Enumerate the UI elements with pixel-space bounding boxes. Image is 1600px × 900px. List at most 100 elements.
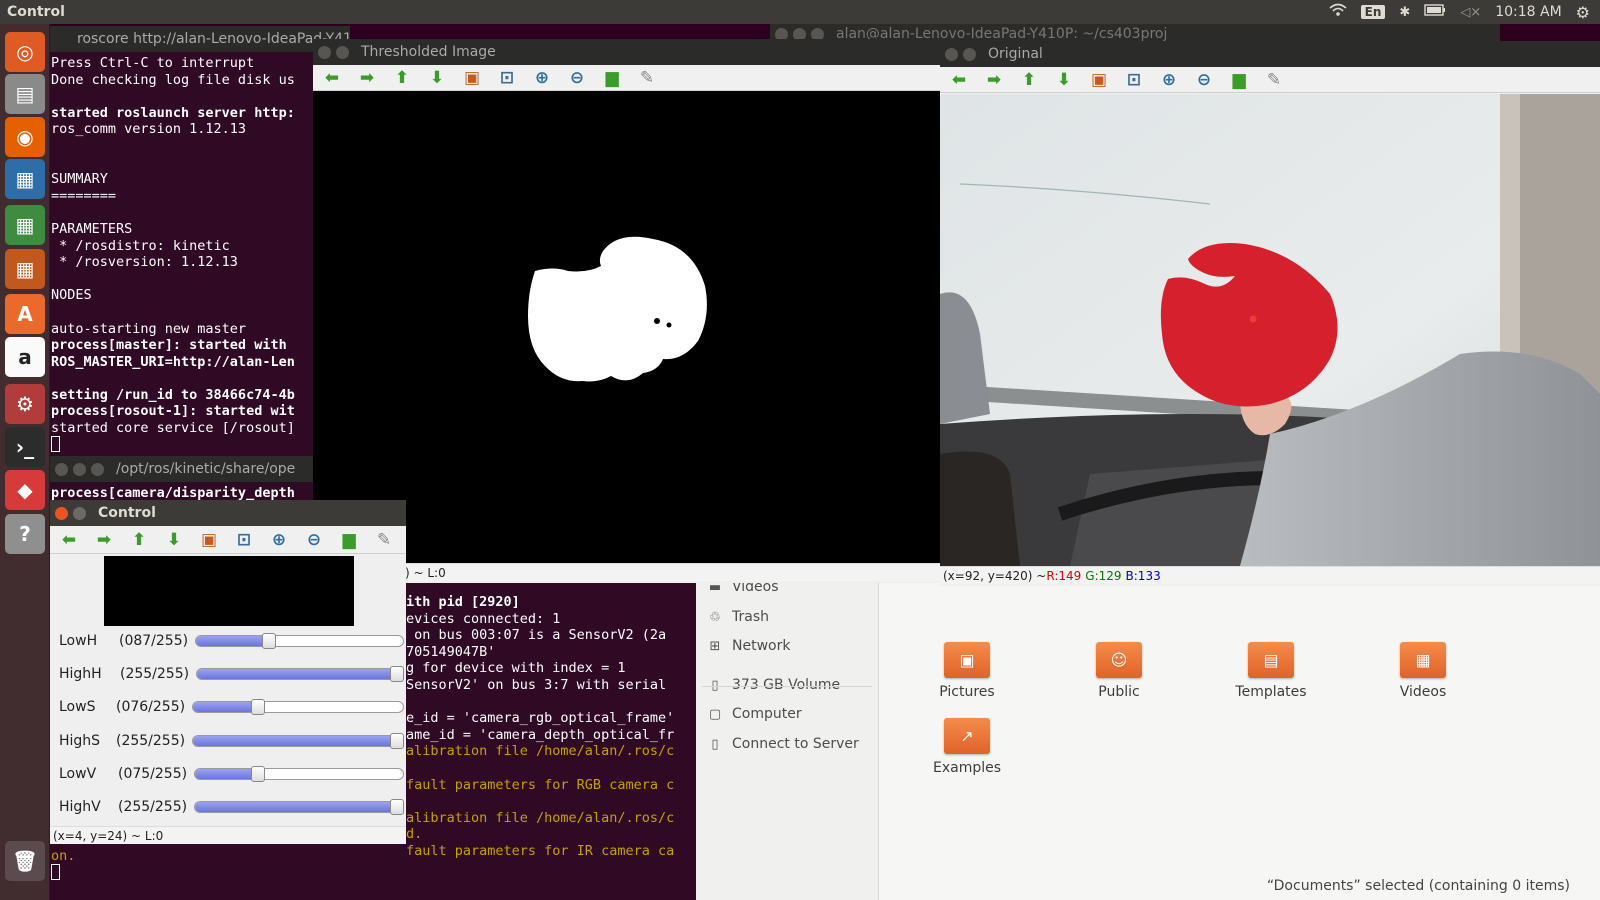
impress-icon[interactable]: ▦ — [5, 249, 45, 289]
pan-right-icon[interactable]: ➡ — [981, 69, 1007, 91]
sidebar-item-connect-to-server[interactable]: ▯ Connect to Server — [708, 732, 858, 756]
ubuntu-dash-icon[interactable]: ◎ — [5, 32, 45, 72]
zoom-in-icon[interactable]: ⊕ — [529, 67, 555, 89]
trackbar-slider[interactable] — [192, 733, 404, 749]
minimize-button[interactable] — [336, 45, 349, 59]
writer-icon[interactable]: ▦ — [5, 159, 45, 199]
zoom-fit-icon[interactable]: ⊡ — [1121, 69, 1147, 91]
pan-up-icon[interactable]: ⬆ — [126, 529, 152, 551]
folder-public[interactable]: ☺ Public — [1069, 642, 1169, 700]
sidebar-item-network[interactable]: ⊞ Network — [708, 634, 791, 658]
original-image-window[interactable]: Original ⬅ ➡ ⬆ ⬇ ▣ ⊡ ⊕ ⊖ ▆ ✎ (x=92, y=42… — [940, 41, 1600, 586]
wifi-icon[interactable] — [1329, 3, 1347, 21]
window-titlebar[interactable]: Original — [940, 41, 1600, 67]
calc-icon[interactable]: ▦ — [5, 205, 45, 245]
session-gear-icon[interactable]: ⚙ — [1576, 3, 1590, 22]
trackbar-slider[interactable] — [195, 633, 404, 649]
trackbar-slider[interactable] — [194, 766, 404, 782]
system-settings-icon[interactable]: ⚙ — [5, 384, 45, 424]
battery-icon[interactable] — [1424, 4, 1446, 20]
close-button[interactable] — [318, 45, 331, 59]
trackbar-handle[interactable] — [390, 799, 404, 815]
trackbar-slider[interactable] — [196, 666, 404, 682]
control-window[interactable]: Control ⬅ ➡ ⬆ ⬇ ▣ ⊡ ⊕ ⊖ ▆ ✎ LowH (087/255… — [50, 500, 406, 844]
zoom-out-icon[interactable]: ⊖ — [1191, 69, 1217, 91]
zoom-original-icon[interactable]: ▣ — [1086, 69, 1112, 91]
pan-down-icon[interactable]: ⬇ — [1051, 69, 1077, 91]
trackbar-slider[interactable] — [192, 699, 404, 715]
zoom-out-icon[interactable]: ⊖ — [301, 529, 327, 551]
pan-right-icon[interactable]: ➡ — [354, 67, 380, 89]
folder-label: Videos — [1399, 684, 1447, 700]
trackbar-handle[interactable] — [390, 666, 404, 682]
firefox-icon[interactable]: ◉ — [5, 117, 45, 157]
trackbar-fill — [195, 802, 401, 812]
terminal-titlebar[interactable]: roscore http://alan-Lenovo-IdeaPad-Y410P… — [50, 26, 350, 52]
trackbar-handle[interactable] — [251, 699, 265, 715]
pan-up-icon[interactable]: ⬆ — [1016, 69, 1042, 91]
volume-muted-icon[interactable]: ◁× — [1460, 5, 1481, 20]
minimize-button[interactable] — [73, 506, 86, 520]
amazon-icon[interactable]: a — [5, 337, 45, 377]
zoom-original-icon[interactable]: ▣ — [459, 67, 485, 89]
window-titlebar[interactable]: Control — [50, 500, 406, 526]
trash-icon[interactable]: 🗑 — [5, 841, 45, 881]
trackbar-handle[interactable] — [251, 766, 265, 782]
thresholded-image-canvas[interactable] — [313, 91, 940, 563]
pan-down-icon[interactable]: ⬇ — [424, 67, 450, 89]
sidebar-item-373-gb-volume[interactable]: ▯ 373 GB Volume — [708, 673, 840, 697]
image-toolbar: ⬅ ➡ ⬆ ⬇ ▣ ⊡ ⊕ ⊖ ▆ ✎ — [940, 67, 1600, 93]
folder-pictures[interactable]: ▣ Pictures — [917, 642, 1017, 700]
zoom-in-icon[interactable]: ⊕ — [1156, 69, 1182, 91]
zoom-in-icon[interactable]: ⊕ — [266, 529, 292, 551]
pan-up-icon[interactable]: ⬆ — [389, 67, 415, 89]
close-button[interactable] — [55, 462, 68, 476]
terminal-window-roscore[interactable]: roscore http://alan-Lenovo-IdeaPad-Y410P… — [50, 26, 350, 456]
trackbar-value: (076/255) — [116, 699, 186, 715]
clock[interactable]: 10:18 AM — [1495, 4, 1561, 20]
properties-icon[interactable]: ✎ — [371, 529, 397, 551]
zoom-out-icon[interactable]: ⊖ — [564, 67, 590, 89]
pan-right-icon[interactable]: ➡ — [91, 529, 117, 551]
folder-videos[interactable]: ▦ Videos — [1373, 642, 1473, 700]
close-button[interactable] — [945, 47, 958, 61]
terminal-output[interactable]: ith pid [2920] evices connected: 1 on bus… — [406, 594, 674, 860]
terminal-output[interactable]: Press Ctrl-C to interrupt Done checking l… — [50, 52, 350, 437]
pan-left-icon[interactable]: ⬅ — [56, 529, 82, 551]
bluetooth-icon[interactable]: ✱ — [1399, 5, 1410, 20]
pan-down-icon[interactable]: ⬇ — [161, 529, 187, 551]
files-icon[interactable]: ▤ — [5, 74, 45, 114]
terminal-line: * /rosversion: 1.12.13 — [51, 254, 238, 271]
save-icon[interactable]: ▆ — [1226, 69, 1252, 91]
minimize-button[interactable] — [963, 47, 976, 61]
camera-image-canvas[interactable] — [940, 94, 1600, 566]
document-viewer-icon[interactable]: ◆ — [5, 470, 45, 510]
pan-left-icon[interactable]: ⬅ — [319, 67, 345, 89]
minimize-button[interactable] — [73, 462, 86, 476]
folder-templates[interactable]: ▤ Templates — [1221, 642, 1321, 700]
trackbar-handle[interactable] — [390, 733, 404, 749]
trackbar-handle[interactable] — [262, 633, 276, 649]
terminal-icon[interactable]: ›_ — [5, 427, 45, 467]
keyboard-language-indicator[interactable]: En — [1360, 5, 1386, 19]
zoom-fit-icon[interactable]: ⊡ — [494, 67, 520, 89]
properties-icon[interactable]: ✎ — [634, 67, 660, 89]
help-icon[interactable]: ? — [5, 514, 45, 554]
software-center-icon[interactable]: A — [5, 294, 45, 334]
close-button[interactable] — [55, 506, 68, 520]
window-titlebar[interactable]: Thresholded Image — [313, 39, 940, 65]
zoom-original-icon[interactable]: ▣ — [196, 529, 222, 551]
sidebar-item-computer[interactable]: ▢ Computer — [708, 702, 802, 726]
sidebar-item-trash[interactable]: ♲ Trash — [708, 605, 769, 629]
folder-examples[interactable]: ↗ Examples — [917, 718, 1017, 776]
trackbar-slider[interactable] — [194, 799, 404, 815]
file-manager-window[interactable]: ▣Pictures▬Videos♲Trash⊞Network▯373 GB Vo… — [696, 540, 1600, 900]
save-icon[interactable]: ▆ — [336, 529, 362, 551]
zoom-fit-icon[interactable]: ⊡ — [231, 529, 257, 551]
properties-icon[interactable]: ✎ — [1261, 69, 1287, 91]
save-icon[interactable]: ▆ — [599, 67, 625, 89]
trackbar-value: (255/255) — [120, 666, 190, 682]
pan-left-icon[interactable]: ⬅ — [946, 69, 972, 91]
thresholded-image-window[interactable]: Thresholded Image ⬅ ➡ ⬆ ⬇ ▣ ⊡ ⊕ ⊖ ▆ ✎ ) … — [313, 39, 940, 583]
maximize-button[interactable] — [91, 462, 104, 476]
